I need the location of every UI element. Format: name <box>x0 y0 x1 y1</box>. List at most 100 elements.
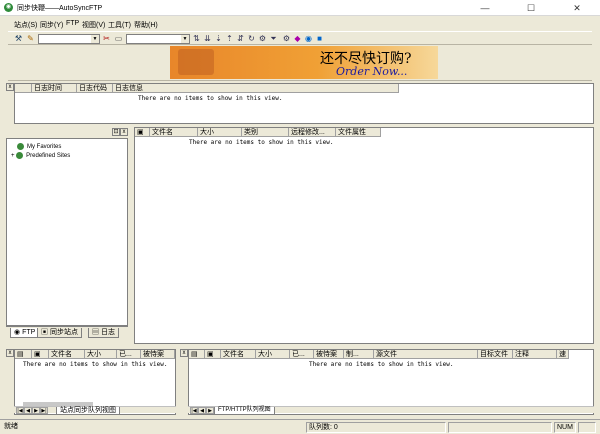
log-icon: ▤ <box>92 329 101 336</box>
tree-item-favorites[interactable]: My Favorites <box>17 143 61 150</box>
tab-log[interactable]: ▤ 日志 <box>88 328 119 338</box>
disconnect-icon[interactable]: ✎ <box>26 34 35 43</box>
ftp-tab-row: |◀ ◀ ▶ ▶| FTP/HTTP队列视图 <box>188 406 594 415</box>
file-col-name[interactable]: 文件名 <box>150 128 198 137</box>
tree-item-predefined[interactable]: + Predefined Sites <box>11 152 70 159</box>
scroll-right-icon[interactable]: ▶ <box>32 407 40 414</box>
ftp-col-make[interactable]: 制... <box>344 350 374 359</box>
ftp-col-size[interactable]: 大小 <box>256 350 290 359</box>
tools-icon[interactable]: ⚙ <box>282 34 291 43</box>
files-empty-text: There are no items to show in this view. <box>189 139 334 146</box>
close-tree-icon[interactable]: x <box>120 128 128 136</box>
log-panel: 日志时间 日志代码 日志信息 There are no items to sho… <box>14 83 594 124</box>
help-icon[interactable]: ■ <box>315 34 324 43</box>
sync-col-done[interactable]: 已... <box>117 350 141 359</box>
filter-icon[interactable]: ⏷ <box>269 34 278 43</box>
scroll-right-icon[interactable]: ▶ <box>206 407 214 414</box>
scroll-left-icon[interactable]: ◀ <box>198 407 206 414</box>
cut-icon[interactable]: ✂ <box>102 34 111 43</box>
tab-sync-sites[interactable]: ▣ 同步站点 <box>37 328 82 338</box>
globe-icon: ◉ <box>14 329 23 336</box>
close-sync-queue-icon[interactable]: x <box>6 349 14 357</box>
sync-col-case[interactable]: 被恃案 <box>141 350 175 359</box>
menu-help[interactable]: 帮助(H) <box>134 20 158 30</box>
stop-icon[interactable]: ⇵ <box>236 34 245 43</box>
menu-sync[interactable]: 同步(Y) <box>40 20 63 30</box>
scroll-first-icon[interactable]: |◀ <box>16 407 24 414</box>
ftp-col-note[interactable]: 注释 <box>513 350 557 359</box>
upload-icon[interactable]: ⇅ <box>192 34 201 43</box>
status-scrl <box>578 422 596 433</box>
menu-view[interactable]: 视图(V) <box>82 20 105 30</box>
log-col-message[interactable]: 日志信息 <box>113 84 399 93</box>
ftp-col-source[interactable]: 源文件 <box>374 350 478 359</box>
ad-banner[interactable]: 还不尽快订购? Order Now... <box>170 46 438 79</box>
sort-desc-icon[interactable]: ⇡ <box>225 34 234 43</box>
maximize-button[interactable]: ☐ <box>508 0 554 16</box>
ftp-col-name[interactable]: 文件名 <box>221 350 256 359</box>
book-icon[interactable]: ◆ <box>293 34 302 43</box>
status-num: NUM <box>554 422 576 433</box>
ftp-empty-text: There are no items to show in this view. <box>309 361 454 368</box>
file-col-modified[interactable]: 远程修改... <box>289 128 336 137</box>
status-empty-pane <box>448 422 552 433</box>
sync-col-name[interactable]: 文件名 <box>49 350 85 359</box>
sync-col-size[interactable]: 大小 <box>85 350 117 359</box>
globe-icon <box>17 143 24 150</box>
scroll-left-icon[interactable]: ◀ <box>24 407 32 414</box>
folder-icon: ▣ <box>205 350 221 359</box>
log-col-time[interactable]: 日志时间 <box>32 84 77 93</box>
download-icon[interactable]: ⇊ <box>203 34 212 43</box>
sync-queue-tab[interactable]: 站点同步队列视图 <box>56 407 120 415</box>
file-col-attrs[interactable]: 文件属性 <box>336 128 381 137</box>
menu-ftp[interactable]: FTP <box>66 20 79 27</box>
tab-ftp[interactable]: ◉ FTP <box>10 328 40 338</box>
menu-tools[interactable]: 工具(T) <box>108 20 131 30</box>
close-log-icon[interactable]: x <box>6 83 14 91</box>
settings-icon[interactable]: ⚙ <box>258 34 267 43</box>
tab-label: 日志 <box>100 329 115 336</box>
scroll-last-icon[interactable]: ▶| <box>40 407 48 414</box>
queue-icon: ▤ <box>189 350 205 359</box>
folder-icon: ▣ <box>135 128 150 137</box>
close-ftp-queue-icon[interactable]: x <box>180 349 188 357</box>
app-icon: ◉ <box>4 3 13 12</box>
refresh-icon[interactable]: ↻ <box>247 34 256 43</box>
monitor-icon[interactable]: ▭ <box>114 34 123 43</box>
tree-header: ⊡ x <box>6 127 128 137</box>
chevron-down-icon: ▼ <box>181 35 189 43</box>
tree-item-label: Predefined Sites <box>26 153 71 160</box>
globe-icon <box>16 152 24 159</box>
file-col-type[interactable]: 类别 <box>242 128 289 137</box>
file-col-size[interactable]: 大小 <box>198 128 242 137</box>
sort-asc-icon[interactable]: ⇣ <box>214 34 223 43</box>
connect-icon[interactable]: ⚒ <box>14 34 23 43</box>
status-ready: 就绪 <box>4 423 18 430</box>
minimize-button[interactable]: — <box>462 0 508 16</box>
log-col-code[interactable]: 日志代码 <box>77 84 113 93</box>
menu-sites[interactable]: 站点(S) <box>14 20 37 30</box>
chevron-down-icon: ▼ <box>91 35 99 43</box>
site-combo[interactable]: ▼ <box>38 34 100 44</box>
globe-icon[interactable]: ◉ <box>304 34 313 43</box>
queue-icon: ▤ <box>15 350 32 359</box>
pin-icon[interactable]: ⊡ <box>112 128 120 136</box>
path-combo[interactable]: ▼ <box>126 34 190 44</box>
title-bar: ◉ 同步快鞭——AutoSyncFTP — ☐ ✕ <box>0 0 600 16</box>
ftp-col-target[interactable]: 目标文件 <box>478 350 513 359</box>
scroll-first-icon[interactable]: |◀ <box>190 407 198 414</box>
window-title: 同步快鞭——AutoSyncFTP <box>17 5 103 12</box>
ftp-queue-tab[interactable]: FTP/HTTP队列视图 <box>214 407 275 415</box>
ad-image <box>178 49 214 75</box>
ftp-col-speed[interactable]: 速 <box>557 350 569 359</box>
log-header-icon <box>15 84 32 93</box>
file-list: ▣ 文件名 大小 类别 远程修改... 文件属性 There are no it… <box>134 127 594 344</box>
ftp-col-case[interactable]: 被恃案 <box>314 350 344 359</box>
tab-label: FTP <box>22 329 36 336</box>
folder-icon: ▣ <box>32 350 49 359</box>
left-tabstrip: ◉ FTP ▣ 同步站点 ▤ 日志 <box>6 326 128 340</box>
ftp-col-done[interactable]: 已... <box>290 350 314 359</box>
status-queue: 队列数: 0 <box>306 422 446 433</box>
tree-item-label: My Favorites <box>27 144 62 151</box>
close-button[interactable]: ✕ <box>554 0 600 16</box>
